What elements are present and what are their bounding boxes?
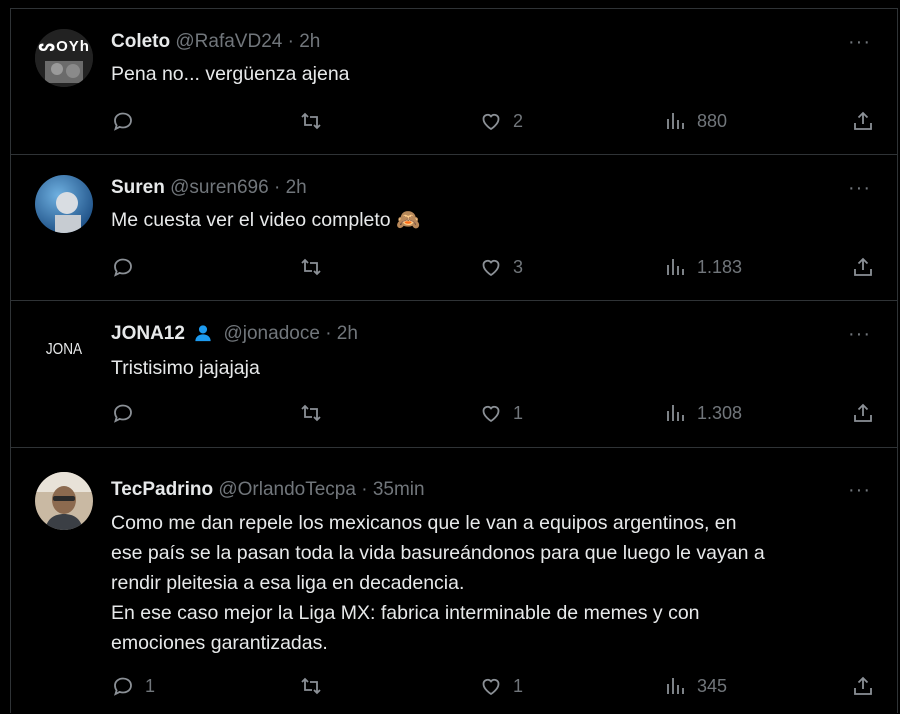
avatar[interactable]: JONA <box>35 323 93 381</box>
share-button[interactable] <box>851 401 875 425</box>
separator: · <box>325 323 332 344</box>
views-count: 1.308 <box>697 402 743 423</box>
views-icon <box>667 113 684 129</box>
author-handle[interactable]: @jonadoce <box>223 323 319 344</box>
user-icon <box>195 325 211 342</box>
tweet-actions: 1 1 345 <box>111 674 875 702</box>
reply-button[interactable] <box>111 109 145 133</box>
views-button[interactable]: 1.183 <box>663 255 742 279</box>
views-icon <box>667 259 684 275</box>
tweet-header: Coleto @RafaVD24 · 2h <box>111 31 320 53</box>
like-button[interactable]: 2 <box>479 109 523 133</box>
retweet-icon <box>301 258 321 276</box>
reply-icon <box>114 258 132 277</box>
views-icon <box>667 405 684 421</box>
more-options-icon[interactable]: ··· <box>848 31 871 54</box>
heart-icon <box>482 113 500 131</box>
share-button[interactable] <box>851 674 875 698</box>
retweet-button[interactable] <box>299 674 333 698</box>
reply-button[interactable] <box>111 255 145 279</box>
tweet[interactable]: JONA JONA12 @jonadoce · 2h ··· Tristisim… <box>11 301 897 448</box>
like-button[interactable]: 1 <box>479 674 523 698</box>
author-handle[interactable]: @OrlandoTecpa <box>218 479 356 500</box>
avatar-text: ᔕOYh <box>38 38 90 55</box>
share-icon <box>854 257 872 276</box>
tweet-text-line: En ese caso mejor la Liga MX: fabrica in… <box>111 602 700 624</box>
avatar[interactable]: ᔕOYh <box>35 29 93 87</box>
tweet-actions: 3 1.183 <box>111 255 875 283</box>
more-options-icon[interactable]: ··· <box>848 177 871 200</box>
avatar[interactable] <box>35 472 93 530</box>
tweet-text-line: Como me dan repele los mexicanos que le … <box>111 512 737 534</box>
tweet-header: Suren @suren696 · 2h <box>111 177 307 199</box>
like-button[interactable]: 1 <box>479 401 523 425</box>
author-name[interactable]: Suren <box>111 177 165 198</box>
reply-icon <box>114 112 132 131</box>
author-name[interactable]: JONA12 <box>111 323 185 344</box>
tweet-text-line: ese país se la pasan toda la vida basure… <box>111 542 765 564</box>
more-options-icon[interactable]: ··· <box>848 323 871 346</box>
share-icon <box>854 403 872 422</box>
tweet[interactable]: Suren @suren696 · 2h ··· Me cuesta ver e… <box>11 155 897 301</box>
reply-button[interactable]: 1 <box>111 674 155 698</box>
views-count: 880 <box>697 110 728 131</box>
more-options-icon[interactable]: ··· <box>848 479 871 502</box>
views-count: 1.183 <box>697 256 743 277</box>
tweet-actions: 1 1.308 <box>111 401 875 429</box>
tweet-text: Como me dan repele los mexicanos que le … <box>111 508 877 658</box>
retweet-button[interactable] <box>299 401 333 425</box>
heart-icon <box>482 405 500 423</box>
tweet-header: TecPadrino @OrlandoTecpa · 35min <box>111 479 425 501</box>
views-icon <box>667 678 684 694</box>
retweet-icon <box>301 404 321 422</box>
retweet-button[interactable] <box>299 255 333 279</box>
timeline: ᔕOYh Coleto @RafaVD24 · 2h ··· Pena no..… <box>10 8 898 713</box>
tweet[interactable]: ᔕOYh Coleto @RafaVD24 · 2h ··· Pena no..… <box>11 9 897 155</box>
views-button[interactable]: 1.308 <box>663 401 742 425</box>
share-button[interactable] <box>851 109 875 133</box>
tweet-header: JONA12 @jonadoce · 2h <box>111 323 358 345</box>
reply-icon <box>114 677 132 696</box>
share-icon <box>854 111 872 130</box>
author-name[interactable]: Coleto <box>111 31 170 52</box>
tweet-text: Me cuesta ver el video completo 🙈 <box>111 209 421 231</box>
avatar-text: JONA <box>45 341 83 358</box>
author-name[interactable]: TecPadrino <box>111 479 213 500</box>
views-button[interactable]: 880 <box>663 109 727 133</box>
author-handle[interactable]: @RafaVD24 <box>175 31 282 52</box>
author-handle[interactable]: @suren696 <box>170 177 269 198</box>
separator: · <box>287 31 294 52</box>
like-count: 2 <box>513 110 524 131</box>
timestamp[interactable]: 2h <box>299 31 320 52</box>
views-button[interactable]: 345 <box>663 674 727 698</box>
timestamp[interactable]: 35min <box>373 479 425 500</box>
retweet-icon <box>301 677 321 695</box>
views-count: 345 <box>697 675 728 696</box>
tweet-actions: 2 880 <box>111 109 875 137</box>
tweet-text: Tristisimo jajajaja <box>111 357 260 379</box>
separator: · <box>361 479 368 500</box>
share-icon <box>854 676 872 695</box>
retweet-icon <box>301 112 321 130</box>
reply-button[interactable] <box>111 401 145 425</box>
like-button[interactable]: 3 <box>479 255 523 279</box>
separator: · <box>273 177 281 198</box>
like-count: 3 <box>513 256 524 277</box>
retweet-button[interactable] <box>299 109 333 133</box>
share-button[interactable] <box>851 255 875 279</box>
reply-count: 1 <box>145 675 156 696</box>
tweet-text-line: emociones garantizadas. <box>111 632 328 654</box>
avatar[interactable] <box>35 175 93 233</box>
tweet-text-line: rendir pleitesia a esa liga en decadenci… <box>111 572 465 594</box>
timestamp[interactable]: 2h <box>337 323 358 344</box>
timestamp[interactable]: 2h <box>286 177 307 198</box>
heart-icon <box>482 678 500 696</box>
reply-icon <box>114 404 132 423</box>
heart-icon <box>482 259 500 277</box>
tweet[interactable]: TecPadrino @OrlandoTecpa · 35min ··· Com… <box>11 448 897 714</box>
like-count: 1 <box>513 675 524 696</box>
tweet-text: Pena no... vergüenza ajena <box>111 63 350 85</box>
like-count: 1 <box>513 402 524 423</box>
